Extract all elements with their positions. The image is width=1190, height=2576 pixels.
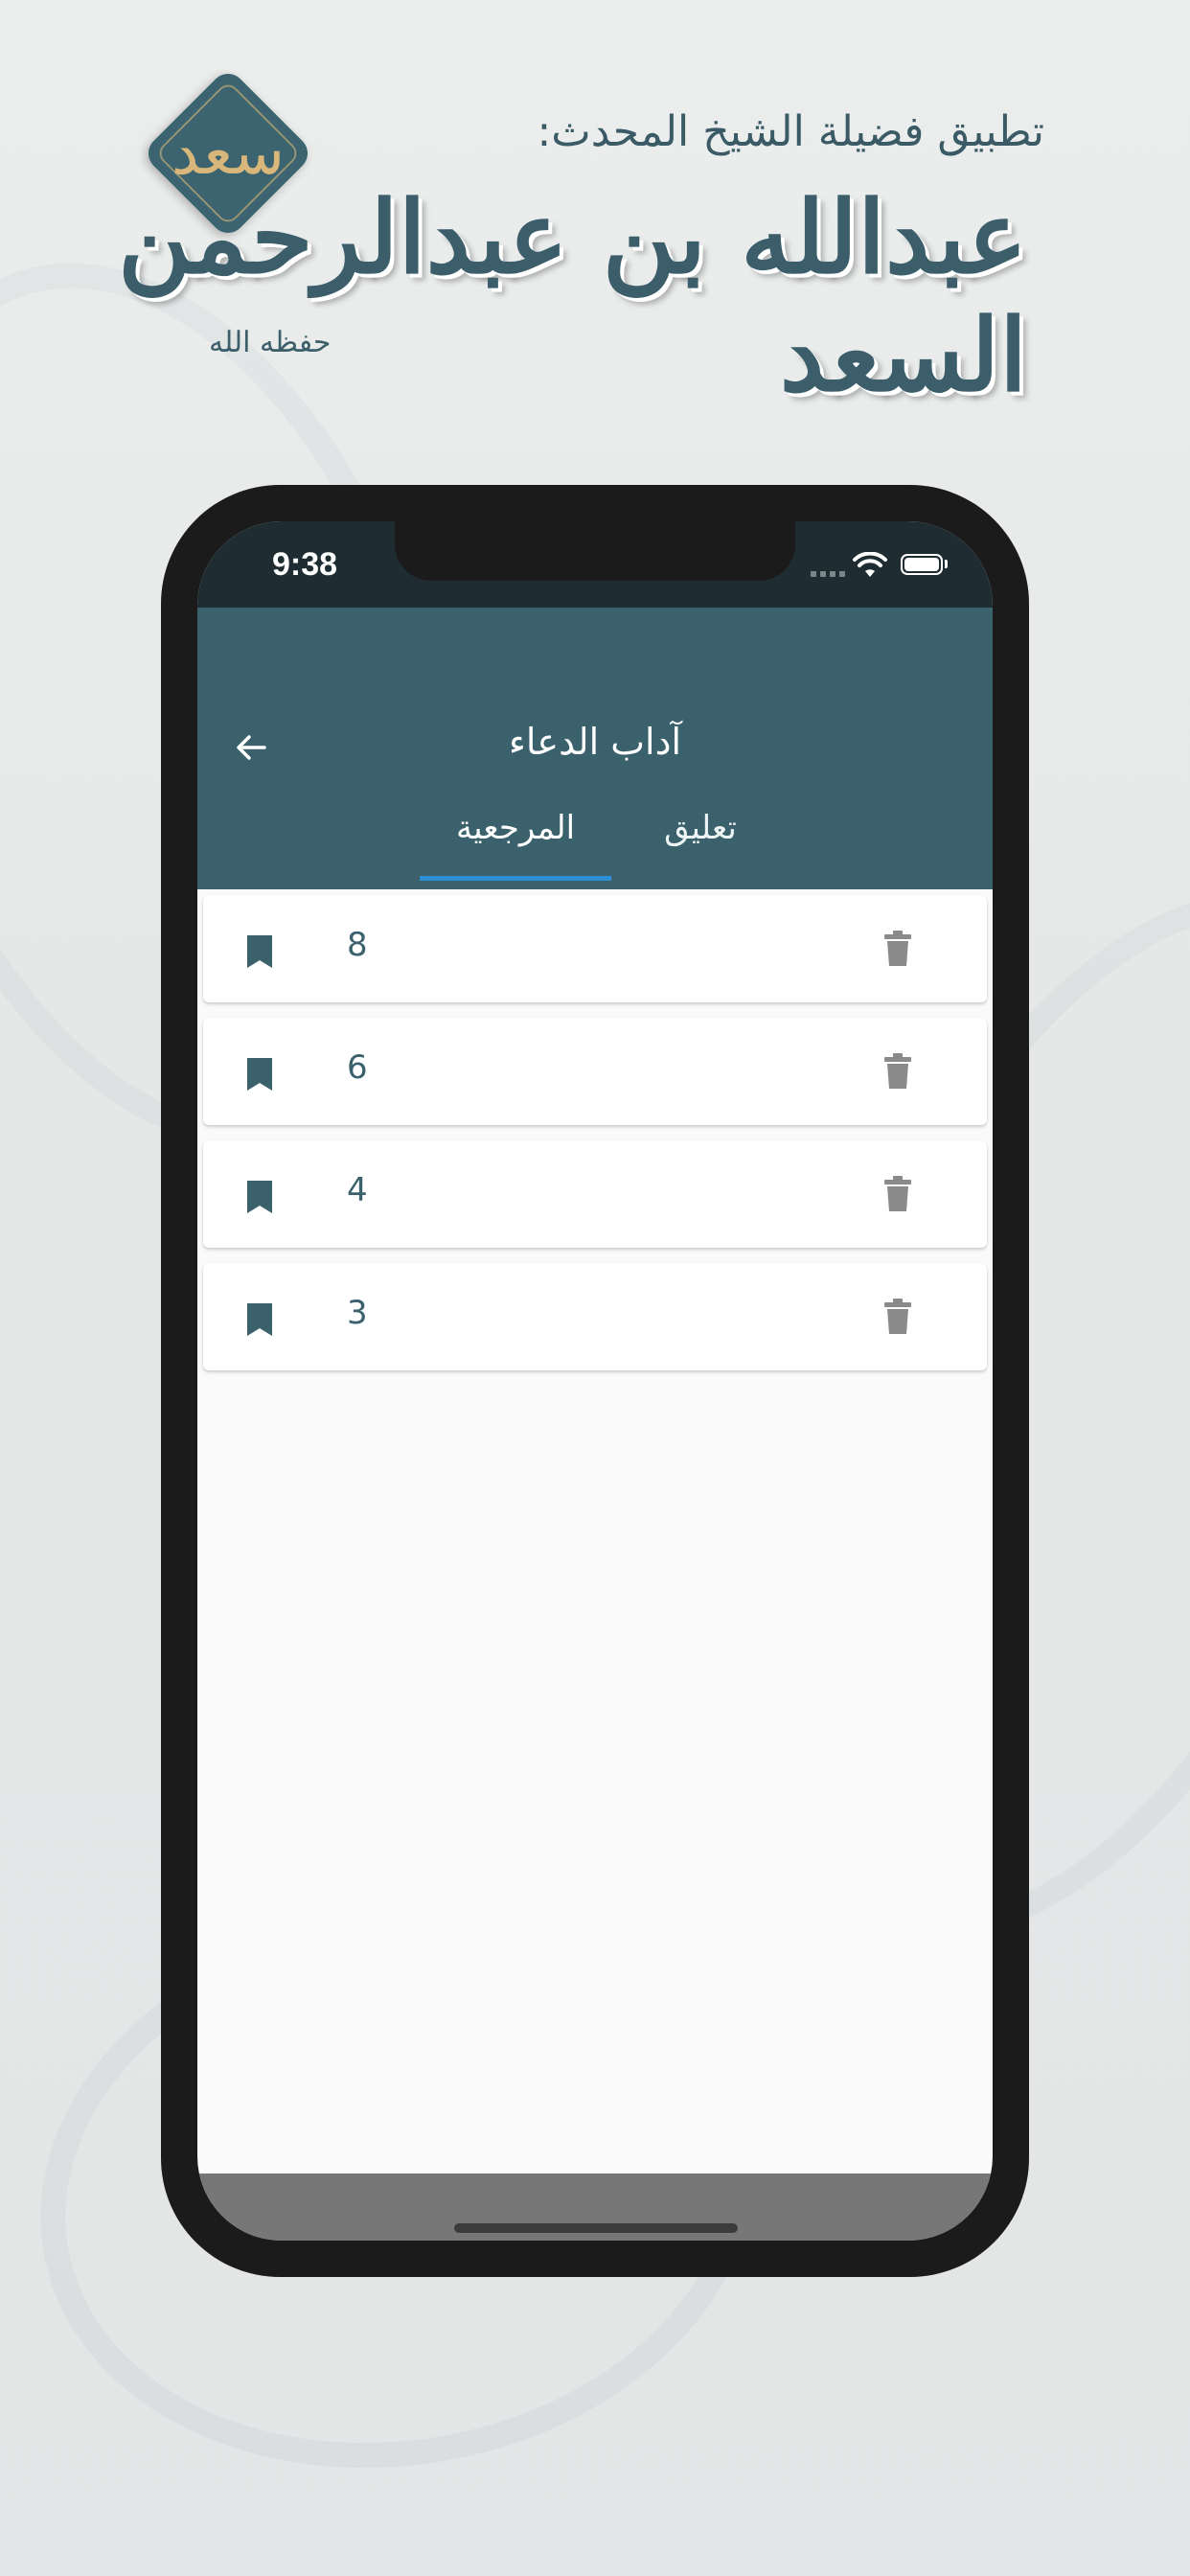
phone-notch	[395, 521, 795, 581]
bookmark-item[interactable]: 4	[203, 1140, 987, 1248]
battery-cap	[945, 560, 948, 568]
tab-indicator	[420, 876, 611, 881]
home-indicator[interactable]	[454, 2223, 738, 2233]
bookmark-number: 4	[347, 1171, 368, 1209]
bookmark-item[interactable]: 6	[203, 1018, 987, 1125]
trash-icon[interactable]	[881, 1175, 914, 1213]
cellular-signal-icon	[811, 571, 845, 577]
bookmark-icon	[247, 1181, 272, 1213]
promo-subtitle: تطبيق فضيلة الشيخ المحدث:	[537, 107, 1044, 156]
status-time: 9:38	[272, 546, 338, 583]
bookmark-icon	[247, 935, 272, 968]
bookmark-icon	[247, 1303, 272, 1336]
bookmark-number: 8	[347, 926, 368, 964]
app-bar: آداب الدعاء المرجعية تعليق	[197, 608, 993, 889]
bookmark-number: 6	[347, 1048, 368, 1087]
bookmark-number: 3	[347, 1294, 368, 1332]
wifi-icon	[853, 552, 887, 577]
trash-icon[interactable]	[881, 1052, 914, 1091]
battery-icon	[901, 554, 943, 575]
trash-icon[interactable]	[881, 1298, 914, 1336]
bookmark-icon	[247, 1058, 272, 1091]
phone-screen: 9:38 آداب الدعاء المرجعية تعليق 8 6 4 3	[197, 521, 993, 2241]
status-bar: 9:38	[197, 521, 993, 608]
bookmark-item[interactable]: 8	[203, 895, 987, 1002]
trash-icon[interactable]	[881, 930, 914, 968]
bookmark-list: 8 6 4 3	[203, 895, 987, 1386]
tab-comment[interactable]: تعليق	[627, 809, 774, 889]
promo-honorific: حفظه الله	[209, 326, 332, 359]
phone-frame: 9:38 آداب الدعاء المرجعية تعليق 8 6 4 3	[161, 485, 1029, 2277]
page-title: آداب الدعاء	[508, 721, 682, 763]
bookmark-item[interactable]: 3	[203, 1263, 987, 1370]
promo-sheikh-name: عبدالله بن عبدالرحمن السعد	[118, 178, 1029, 414]
